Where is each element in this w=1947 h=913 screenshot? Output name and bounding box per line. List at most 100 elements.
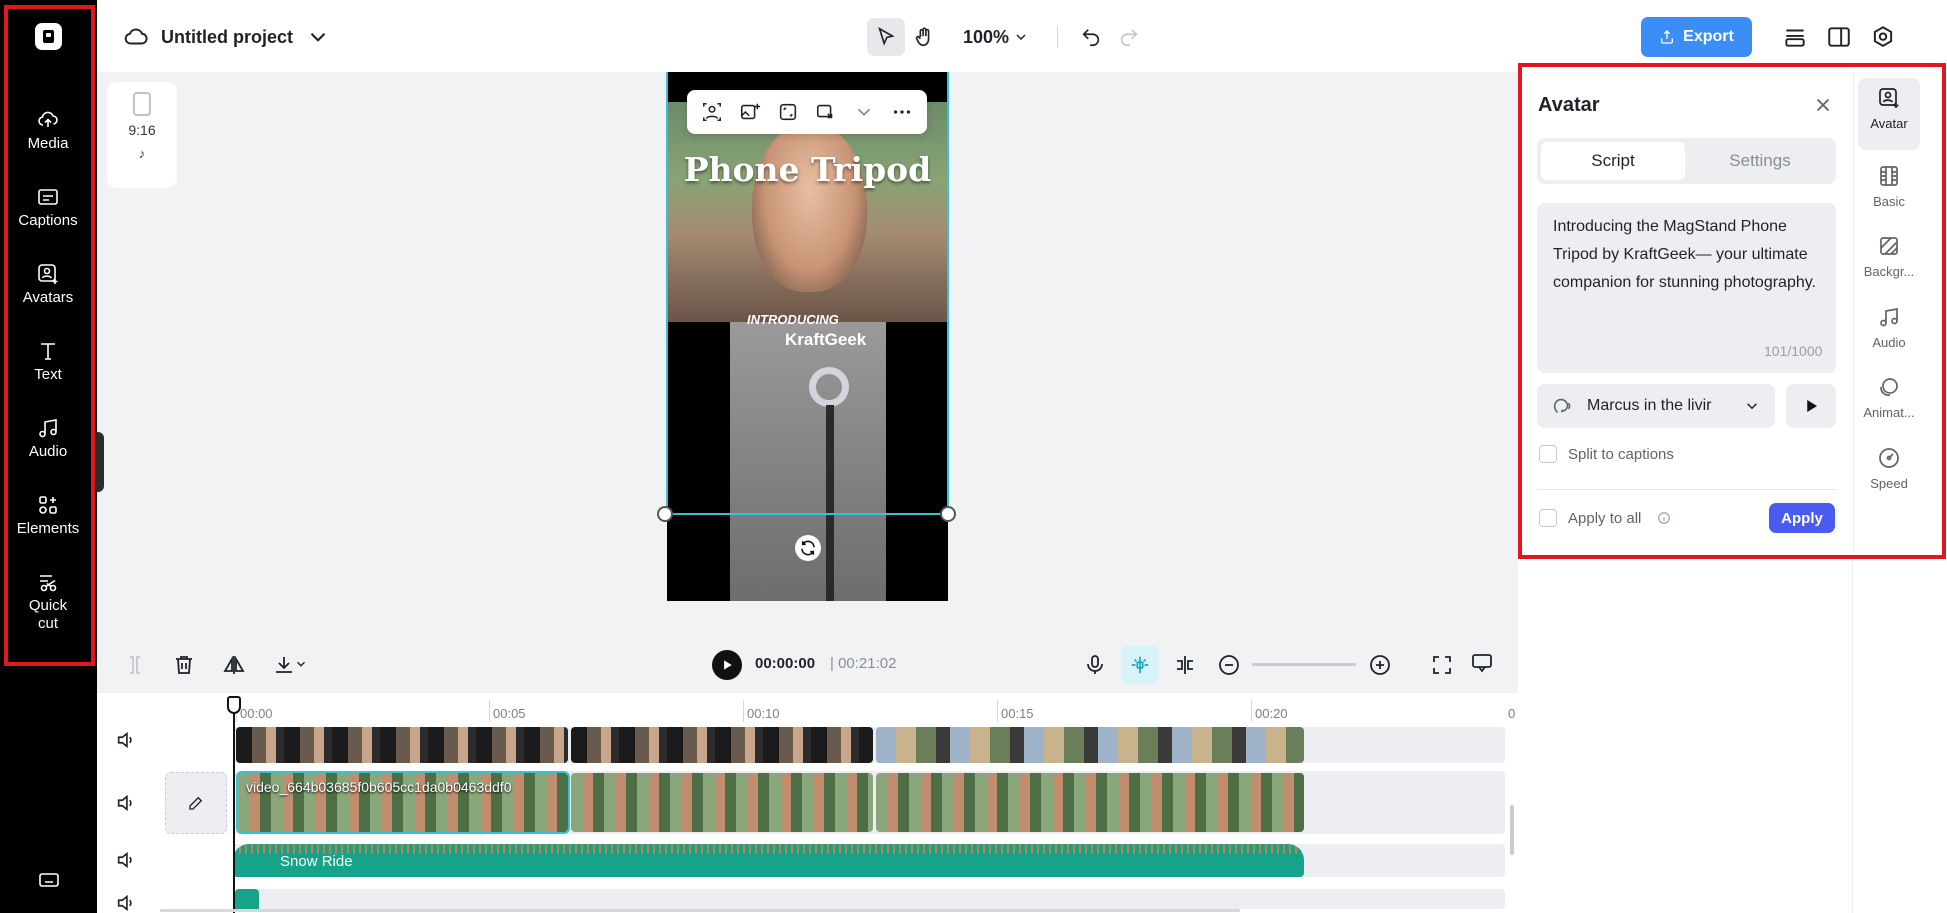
chevron-down-icon (310, 32, 326, 42)
presenter-face (752, 122, 867, 292)
panel-tabs: Script Settings (1537, 138, 1836, 184)
redo-icon (1120, 29, 1138, 47)
divider (1852, 557, 1853, 913)
speaker-icon[interactable] (115, 729, 137, 751)
property-tab-audio[interactable]: Audio (1858, 297, 1920, 350)
audio-clip[interactable]: Snow Ride (233, 844, 1304, 877)
current-time: 00:00:00 (755, 655, 816, 672)
undo-button[interactable] (1072, 18, 1110, 56)
intro-text-overlay: INTRODUCING (747, 312, 839, 327)
tab-script[interactable]: Script (1541, 142, 1685, 180)
divider (1057, 26, 1059, 48)
flip-icon[interactable] (222, 653, 246, 677)
split-clip-icon[interactable] (1173, 653, 1197, 677)
clip-name: video_664b03685f0b605cc1da0b0463ddf0 (246, 779, 512, 795)
video-title-overlay: Phone Tripod (683, 150, 932, 189)
chevron-down-icon (1746, 403, 1758, 410)
redo-button[interactable] (1110, 18, 1148, 56)
voice-name: Marcus in the livir (1587, 397, 1712, 414)
replace-media-icon[interactable] (815, 101, 837, 123)
timeline-vertical-scrollbar[interactable] (1510, 805, 1514, 855)
info-icon[interactable] (1657, 511, 1671, 525)
avatar-swap-icon[interactable] (701, 101, 723, 123)
zoom-in-icon[interactable] (1368, 653, 1392, 677)
voice-icon (1553, 398, 1571, 413)
playhead[interactable] (233, 696, 235, 913)
cursor-icon (878, 26, 895, 46)
rotate-icon (801, 540, 815, 556)
property-tab-speed[interactable]: Speed (1858, 438, 1920, 491)
snap-toggle[interactable] (1121, 646, 1159, 684)
select-tool-button[interactable] (867, 18, 905, 56)
keyboard-icon[interactable] (37, 868, 61, 892)
play-icon (1807, 400, 1817, 412)
stack-icon[interactable] (1782, 24, 1808, 50)
layout-panel-icon[interactable] (1826, 24, 1852, 50)
close-icon[interactable] (1812, 94, 1834, 116)
tab-settings[interactable]: Settings (1688, 142, 1832, 180)
video-clip[interactable] (571, 727, 873, 763)
property-tab-avatar[interactable]: Avatar (1858, 78, 1920, 150)
project-title: Untitled project (161, 26, 294, 47)
aspect-ratio-card[interactable]: 9:16 ♪ (107, 82, 177, 188)
speaker-icon[interactable] (115, 892, 137, 913)
chevron-down-icon[interactable] (853, 101, 875, 123)
track-lane (233, 889, 1505, 909)
apply-to-all-checkbox[interactable] (1539, 509, 1557, 527)
speed-icon (1879, 448, 1899, 468)
background-icon (1880, 237, 1898, 255)
voice-preview-button[interactable] (1786, 384, 1836, 428)
brand-text-overlay: KraftGeek (785, 330, 867, 349)
context-toolbar (687, 90, 927, 134)
property-tab-animation[interactable]: Animat... (1858, 367, 1920, 420)
timeline-horizontal-scrollbar[interactable] (160, 909, 1240, 912)
crop-frame-icon[interactable] (777, 101, 799, 123)
download-icon[interactable] (272, 653, 296, 677)
property-tab-background[interactable]: Backgr... (1858, 226, 1920, 279)
speaker-icon[interactable] (115, 792, 137, 814)
avatar-clip[interactable] (571, 773, 873, 832)
comment-icon[interactable] (1470, 651, 1494, 675)
ruler-tick (997, 700, 998, 722)
audio-clip-name: Snow Ride (280, 853, 353, 870)
edit-cover-button[interactable] (165, 772, 227, 834)
timeline-zoom-slider[interactable] (1252, 663, 1356, 666)
zoom-select[interactable]: 100% (963, 27, 1029, 48)
avatar-icon (1879, 88, 1899, 108)
split-captions-checkbox[interactable] (1539, 445, 1557, 463)
apply-to-all-label: Apply to all (1568, 510, 1642, 527)
zoom-out-icon[interactable] (1217, 653, 1241, 677)
export-button[interactable]: Export (1641, 17, 1752, 57)
property-tab-basic[interactable]: Basic (1858, 156, 1920, 209)
sidebar-collapse-handle[interactable] (95, 432, 104, 492)
add-image-icon[interactable] (739, 101, 761, 123)
fit-screen-icon[interactable] (1430, 653, 1454, 677)
avatar-clip[interactable] (876, 773, 1304, 832)
microphone-icon[interactable] (1083, 653, 1107, 677)
animation-icon (1880, 378, 1898, 397)
playhead-handle[interactable] (227, 696, 241, 714)
video-clip[interactable] (876, 727, 1304, 763)
resize-handle-right[interactable] (940, 506, 956, 522)
rotate-handle[interactable] (795, 535, 821, 561)
split-icon[interactable] (123, 653, 147, 677)
split-captions-label: Split to captions (1568, 446, 1674, 463)
avatar-clip-selected[interactable]: video_664b03685f0b605cc1da0b0463ddf0 (236, 771, 570, 834)
hand-icon (915, 27, 930, 47)
apply-button[interactable]: Apply (1769, 503, 1835, 533)
more-icon[interactable] (891, 101, 913, 123)
trash-icon[interactable] (172, 653, 196, 677)
export-icon (1661, 30, 1674, 44)
speaker-icon[interactable] (115, 849, 137, 871)
audio-clip[interactable] (235, 889, 259, 909)
voice-select[interactable]: Marcus in the livir (1537, 384, 1775, 428)
play-button[interactable] (712, 650, 742, 680)
settings-icon[interactable] (1870, 24, 1896, 50)
video-clip[interactable] (236, 727, 568, 763)
chevron-down-icon[interactable] (294, 657, 308, 671)
hand-tool-button[interactable] (905, 18, 943, 56)
project-menu[interactable]: Untitled project (123, 24, 331, 50)
resize-handle-left[interactable] (657, 506, 673, 522)
video-preview[interactable]: Phone Tripod INTRODUCING KraftGeek (667, 72, 948, 601)
property-tab-label: Basic (1873, 194, 1905, 209)
